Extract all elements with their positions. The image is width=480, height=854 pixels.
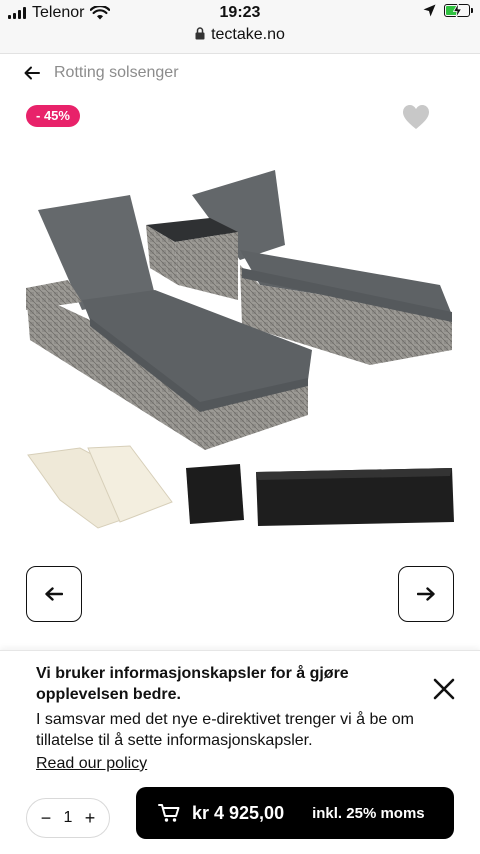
- charging-bolt-icon: [453, 3, 462, 18]
- clock: 19:23: [219, 4, 261, 21]
- side-table: [146, 218, 238, 300]
- breadcrumb-label[interactable]: Rotting solsenger: [54, 64, 179, 82]
- arrow-left-icon: [45, 587, 63, 601]
- vat-note: inkl. 25% moms: [312, 804, 425, 822]
- price: kr 4 925,00: [192, 802, 285, 823]
- decrease-button[interactable]: −: [39, 808, 53, 829]
- cushion-covers: [27, 445, 173, 529]
- arrow-right-icon: [417, 587, 435, 601]
- heart-icon[interactable]: [402, 104, 430, 130]
- address-bar[interactable]: tectake.no: [0, 26, 480, 44]
- product-image[interactable]: [20, 150, 460, 545]
- breadcrumb[interactable]: Rotting solsenger: [24, 64, 179, 82]
- discount-badge: - 45%: [26, 105, 80, 127]
- url-text: tectake.no: [211, 26, 285, 43]
- cookie-title: Vi bruker informasjonskapsler for å gjør…: [36, 665, 349, 703]
- previous-image-button[interactable]: [26, 566, 82, 622]
- back-arrow-icon[interactable]: [24, 66, 40, 80]
- status-icons: [423, 3, 473, 18]
- quantity-stepper[interactable]: − 1 +: [26, 798, 110, 838]
- protective-covers: [186, 464, 454, 526]
- browser-status-bar: Telenor 19:23 tectake.no: [0, 0, 480, 54]
- cookie-description: I samsvar med det nye e-direktivet treng…: [36, 711, 414, 749]
- close-icon[interactable]: [430, 675, 458, 703]
- next-image-button[interactable]: [398, 566, 454, 622]
- increase-button[interactable]: +: [83, 808, 97, 829]
- lock-icon: [195, 27, 205, 40]
- location-arrow-icon: [423, 4, 436, 17]
- cart-icon: [158, 804, 180, 822]
- add-to-cart-button[interactable]: kr 4 925,00 inkl. 25% moms: [136, 787, 454, 839]
- quantity-value[interactable]: 1: [64, 809, 73, 827]
- policy-link[interactable]: Read our policy: [36, 755, 147, 773]
- battery-icon: [444, 3, 473, 18]
